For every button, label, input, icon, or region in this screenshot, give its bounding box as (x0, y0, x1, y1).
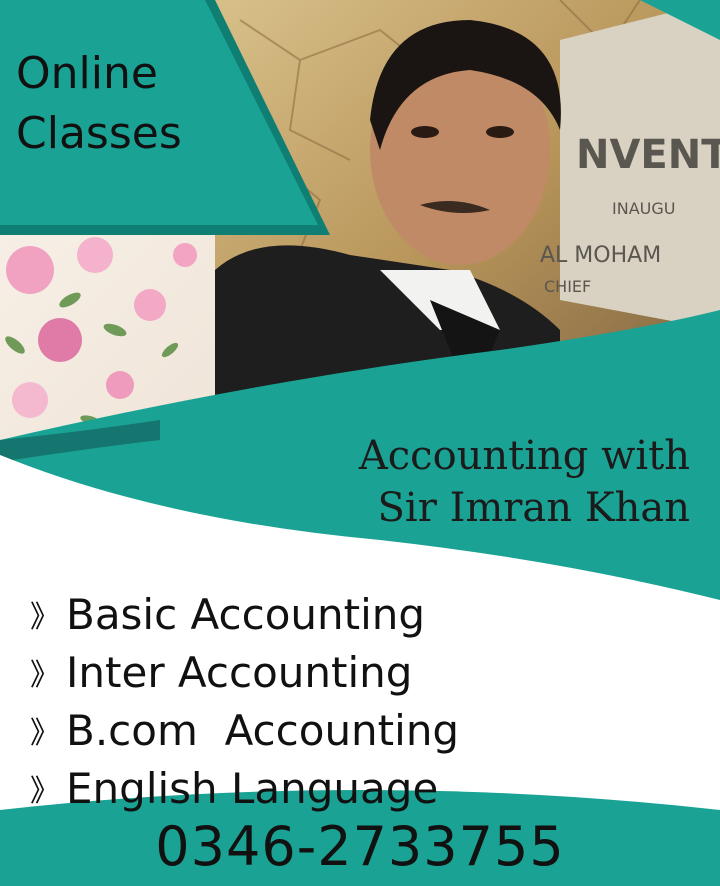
chevron-right-icon: 》 (30, 716, 60, 751)
headline-line-1: Online (16, 48, 158, 99)
svg-text:NVENT: NVENT (576, 132, 720, 178)
svg-text:INAUGU: INAUGU (612, 199, 675, 218)
poster: NVENT INAUGU AL MOHAM CHIEF Online Class… (0, 0, 720, 886)
course-item: 》 English Language (30, 759, 590, 817)
chevron-right-icon: 》 (30, 600, 60, 635)
course-item: 》 B.com Accounting (30, 701, 590, 759)
course-label: Basic Accounting (66, 589, 426, 639)
chevron-right-icon: 》 (30, 774, 60, 809)
svg-text:AL MOHAM: AL MOHAM (540, 243, 661, 268)
course-item: 》 Inter Accounting (30, 643, 590, 701)
course-item: 》 Basic Accounting (30, 585, 590, 643)
course-label: Inter Accounting (66, 647, 413, 697)
headline: Online Classes (16, 44, 246, 164)
phone-number: 0346-2733755 (155, 815, 565, 878)
title-line-2: Sir Imran Khan (377, 485, 690, 531)
headline-line-2: Classes (16, 108, 182, 159)
course-label: English Language (66, 763, 439, 813)
course-list: 》 Basic Accounting 》 Inter Accounting 》 … (30, 585, 590, 817)
svg-text:CHIEF: CHIEF (544, 277, 591, 296)
course-label: B.com Accounting (66, 705, 460, 755)
teacher-title: Accounting with Sir Imran Khan (310, 430, 690, 534)
chevron-right-icon: 》 (30, 658, 60, 693)
title-line-1: Accounting with (358, 433, 690, 479)
